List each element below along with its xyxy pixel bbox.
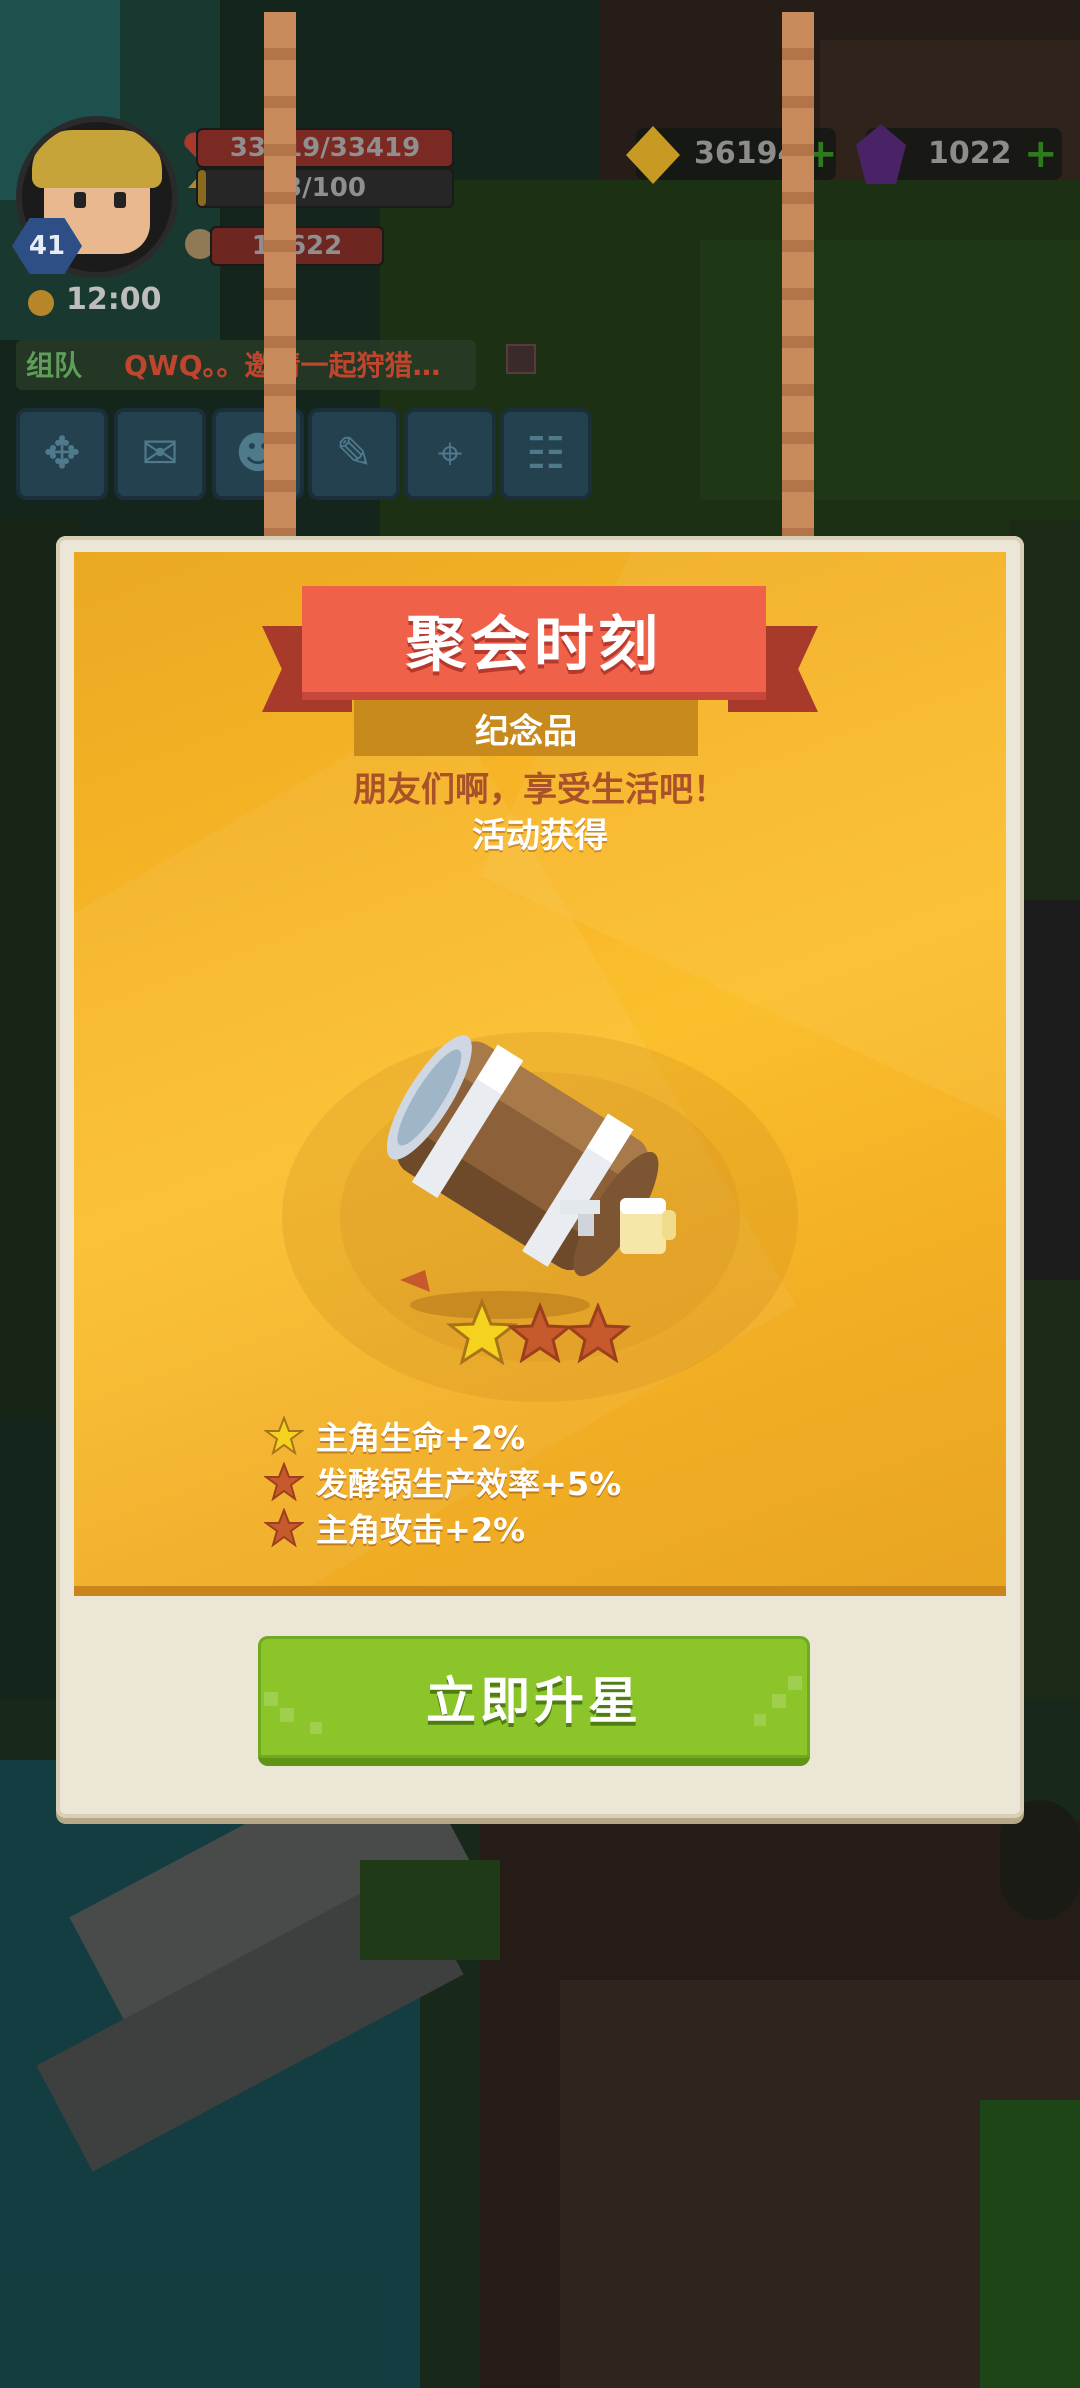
energy-bar: 3/100 xyxy=(196,168,454,208)
effect-row: 主角生命+2% xyxy=(264,1414,525,1458)
hp-text: 33419/33419 xyxy=(229,133,421,163)
effect-text: 主角攻击+2% xyxy=(316,1511,526,1549)
star-inactive-icon xyxy=(264,1462,304,1502)
gem-amount: 1022 xyxy=(928,136,1012,171)
star-2 xyxy=(507,1301,573,1364)
star-active-icon xyxy=(264,1416,304,1456)
top-hud: 41 33419/33419 3/100 14622 12:00 组队 QWQ。… xyxy=(0,0,1080,520)
category-band: 纪念品 xyxy=(354,700,698,756)
item-source: 活动获得 xyxy=(472,816,608,856)
energy-text: 3/100 xyxy=(284,173,366,203)
hp-bar: 33419/33419 xyxy=(196,128,454,168)
item-description: 朋友们啊，享受生活吧！ xyxy=(353,770,727,810)
beer-barrel-image xyxy=(386,1035,676,1319)
popup-title: 聚会时刻 xyxy=(406,609,662,680)
chat-expand-icon[interactable] xyxy=(506,344,536,374)
expand-icon: ✥ xyxy=(43,428,81,479)
star-rating xyxy=(445,1298,631,1366)
map-pin-icon: ⌖ xyxy=(437,428,463,479)
map-button[interactable]: ⌖ xyxy=(404,408,496,500)
mail-button[interactable]: ✉ xyxy=(114,408,206,500)
effect-text: 发酵锅生产效率+5% xyxy=(316,1465,622,1503)
star-3 xyxy=(565,1301,631,1364)
upgrade-star-label: 立即升星 xyxy=(426,1672,642,1730)
game-clock: 12:00 xyxy=(66,282,162,317)
task-button[interactable]: ☷ xyxy=(500,408,592,500)
chat-channel-tag: 组队 xyxy=(26,349,83,382)
hanging-rope-right xyxy=(782,12,814,540)
add-gem-icon[interactable]: + xyxy=(1024,134,1058,174)
item-category: 纪念品 xyxy=(475,711,577,752)
power-bar: 14622 xyxy=(210,226,384,266)
chat-bubble-icon: ✎ xyxy=(335,428,373,479)
title-ribbon: 聚会时刻 xyxy=(302,586,766,700)
sun-clock-icon xyxy=(28,290,54,316)
chat-button[interactable]: ✎ xyxy=(308,408,400,500)
power-text: 14622 xyxy=(251,231,343,261)
expand-button[interactable]: ✥ xyxy=(16,408,108,500)
star-inactive-icon xyxy=(264,1508,304,1548)
effect-text: 主角生命+2% xyxy=(316,1419,526,1457)
effect-row: 发酵锅生产效率+5% xyxy=(264,1460,621,1504)
task-board-icon: ☷ xyxy=(526,428,566,479)
star-1 xyxy=(445,1298,519,1366)
effect-row: 主角攻击+2% xyxy=(264,1506,525,1550)
mail-icon: ✉ xyxy=(141,428,179,479)
upgrade-star-button[interactable]: 立即升星 xyxy=(258,1636,810,1766)
hanging-rope-left xyxy=(264,12,296,540)
